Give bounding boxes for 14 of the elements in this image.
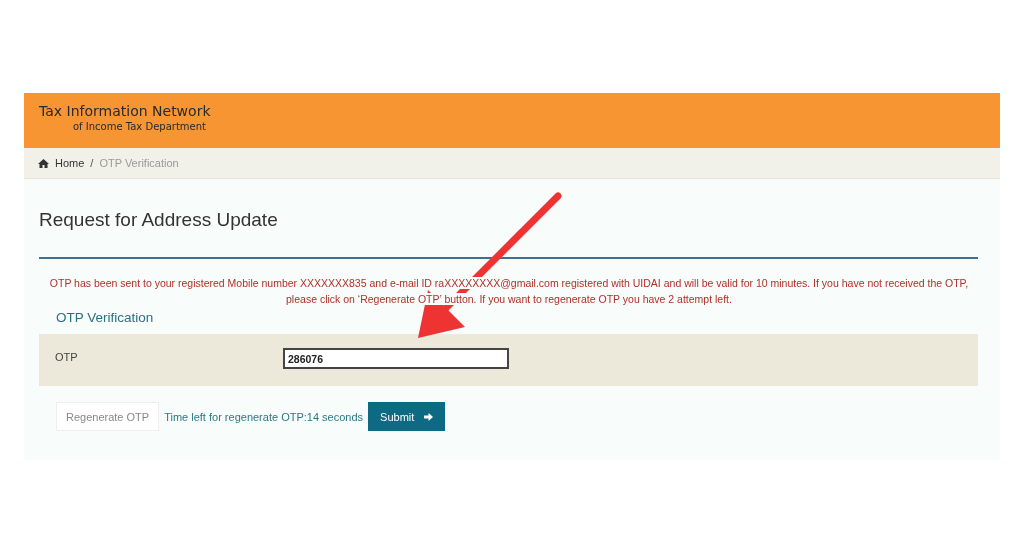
arrow-right-icon (424, 412, 434, 421)
timer-text: Time left for regenerate OTP:14 seconds (164, 410, 364, 423)
site-subtitle: of Income Tax Department (72, 120, 207, 133)
breadcrumb-separator: / (90, 157, 94, 169)
section-title: OTP Verification (55, 309, 155, 325)
submit-button[interactable]: Submit (368, 402, 446, 431)
breadcrumb-link[interactable]: Home (55, 157, 85, 169)
otp-message: OTP has been sent to your registered Mobile number XXXXXXX835 and e-mail ID raXXXXXXXX@gmail.com registered with UIDAI and will be valid for 10 minutes. If you have not received the OTP, please click on ‘Regenerate OTP’ button. If you want to regenerate OTP you have 2 attempt left. (48, 276, 970, 307)
page-title: Request for Address Update (38, 208, 279, 229)
otp-label: OTP (55, 350, 79, 363)
otp-field[interactable]: 286076 (283, 348, 509, 369)
home-icon (38, 158, 49, 168)
site-title: Tax Information Network (39, 103, 212, 120)
breadcrumb-current: OTP Verification (99, 157, 179, 169)
